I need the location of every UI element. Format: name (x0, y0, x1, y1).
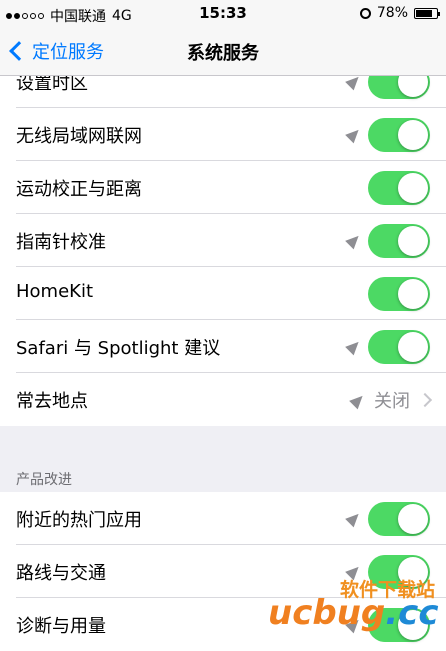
status-bar: 中国联通 4G 15:33 78% (0, 0, 446, 28)
list-item-label: 诊断与用量 (16, 616, 106, 637)
system-services-list: 设置时区 无线局域网联网 运动校正与距离 指南针校准 HomeKit Safari 与 S… (0, 55, 446, 426)
location-arrow-icon (345, 509, 363, 528)
battery-percent: 78% (376, 5, 408, 21)
location-arrow-icon (349, 391, 367, 409)
section-header-product-improvement: 产品改进 (16, 472, 72, 488)
page-title: 系统服务 (187, 43, 259, 64)
list-item-label: Safari 与 Spotlight 建议 (16, 338, 221, 359)
toggle-knob (398, 173, 428, 203)
list-item[interactable]: HomeKit (0, 267, 446, 320)
location-arrow-icon (345, 125, 363, 144)
toggle-knob (398, 279, 428, 309)
toggle-switch[interactable] (368, 118, 430, 152)
value-text: 关闭 (374, 391, 410, 412)
location-arrow-icon (345, 337, 363, 356)
toggle-switch[interactable] (368, 224, 430, 258)
list-item-label: 运动校正与距离 (16, 179, 142, 200)
list-item-label: 无线局域网联网 (16, 126, 142, 147)
navigation-bar: 定位服务 系统服务 (0, 28, 446, 76)
location-arrow-icon (345, 231, 363, 250)
toggle-switch[interactable] (368, 171, 430, 205)
toggle-switch[interactable] (368, 277, 430, 311)
list-item[interactable]: 常去地点 关闭 (0, 373, 446, 426)
watermark-logo: 软件下载站 ucbug.cc (268, 575, 446, 649)
toggle-switch[interactable] (368, 330, 430, 364)
watermark-brand: ucbug.cc (268, 593, 439, 633)
list-item-label: 常去地点 (16, 391, 88, 412)
list-item[interactable]: 无线局域网联网 (0, 108, 446, 161)
chevron-right-icon (417, 392, 433, 408)
toggle-knob (398, 226, 428, 256)
list-item[interactable]: 附近的热门应用 (0, 492, 446, 545)
toggle-knob (398, 504, 428, 534)
list-item[interactable]: Safari 与 Spotlight 建议 (0, 320, 446, 373)
list-item-label: 路线与交通 (16, 563, 106, 584)
list-item[interactable]: 指南针校准 (0, 214, 446, 267)
battery-icon (414, 7, 440, 19)
list-item-label: 指南针校准 (16, 232, 106, 253)
toggle-switch[interactable] (368, 502, 430, 536)
list-item-label: 附近的热门应用 (16, 510, 142, 531)
alarm-icon (359, 7, 371, 19)
toggle-knob (398, 120, 428, 150)
list-item-value: 关闭 (349, 387, 433, 413)
list-item-label: HomeKit (16, 281, 94, 302)
list-item[interactable]: 运动校正与距离 (0, 161, 446, 214)
toggle-knob (398, 332, 428, 362)
